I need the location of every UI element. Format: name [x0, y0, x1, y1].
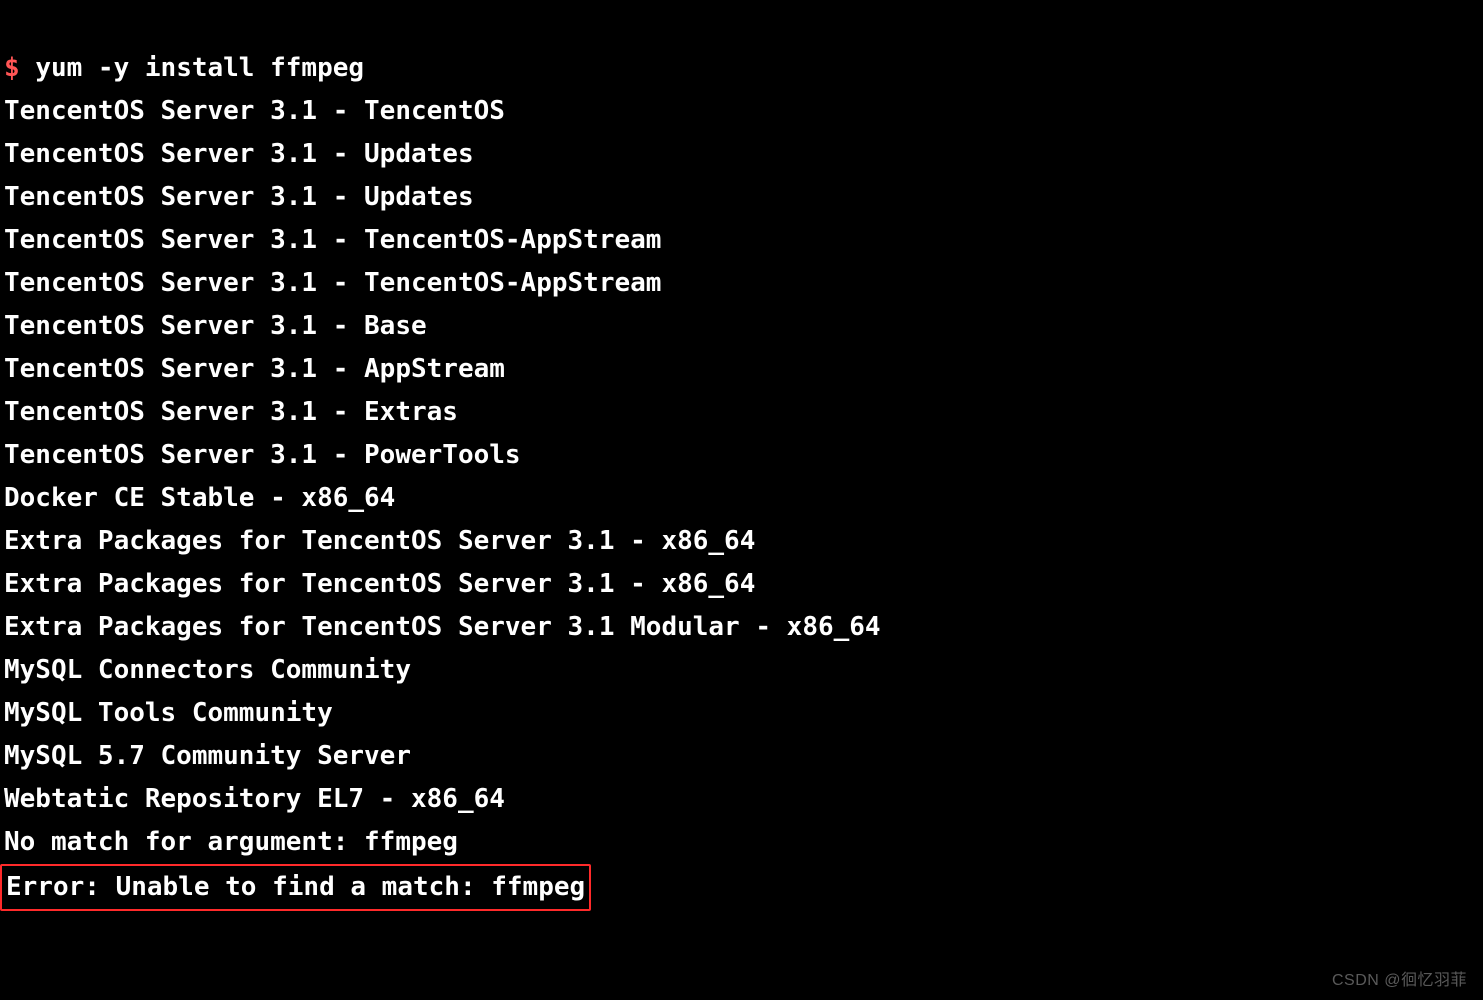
output-line: Extra Packages for TencentOS Server 3.1 … — [4, 612, 881, 642]
error-line: Error: Unable to find a match: ffmpeg — [6, 872, 585, 902]
output-line: TencentOS Server 3.1 - Updates — [4, 139, 474, 169]
prompt-symbol: $ — [4, 53, 20, 83]
watermark: CSDN @徊忆羽菲 — [1332, 966, 1467, 990]
command-text: yum -y install ffmpeg — [35, 53, 364, 83]
output-line: TencentOS Server 3.1 - Base — [4, 311, 427, 341]
output-line: Webtatic Repository EL7 - x86_64 — [4, 784, 505, 814]
terminal[interactable]: $ yum -y install ffmpeg TencentOS Server… — [0, 0, 1483, 915]
output-line: TencentOS Server 3.1 - TencentOS — [4, 96, 505, 126]
output-line: MySQL 5.7 Community Server — [4, 741, 411, 771]
no-match-argument: ffmpeg — [364, 827, 458, 857]
output-line: TencentOS Server 3.1 - TencentOS-AppStre… — [4, 225, 661, 255]
prompt-line: $ yum -y install ffmpeg — [4, 53, 364, 83]
output-line: MySQL Tools Community — [4, 698, 333, 728]
output-line: Docker CE Stable - x86_64 — [4, 483, 395, 513]
output-line: MySQL Connectors Community — [4, 655, 411, 685]
output-line: TencentOS Server 3.1 - TencentOS-AppStre… — [4, 268, 661, 298]
output-line: Extra Packages for TencentOS Server 3.1 … — [4, 526, 755, 556]
output-line: TencentOS Server 3.1 - Updates — [4, 182, 474, 212]
output-line: TencentOS Server 3.1 - Extras — [4, 397, 458, 427]
error-line-highlight: Error: Unable to find a match: ffmpeg — [0, 864, 591, 911]
no-match-prefix: No match for argument: — [4, 827, 364, 857]
no-match-line: No match for argument: ffmpeg — [4, 827, 458, 857]
output-line: TencentOS Server 3.1 - PowerTools — [4, 440, 521, 470]
output-line: Extra Packages for TencentOS Server 3.1 … — [4, 569, 755, 599]
output-line: TencentOS Server 3.1 - AppStream — [4, 354, 505, 384]
